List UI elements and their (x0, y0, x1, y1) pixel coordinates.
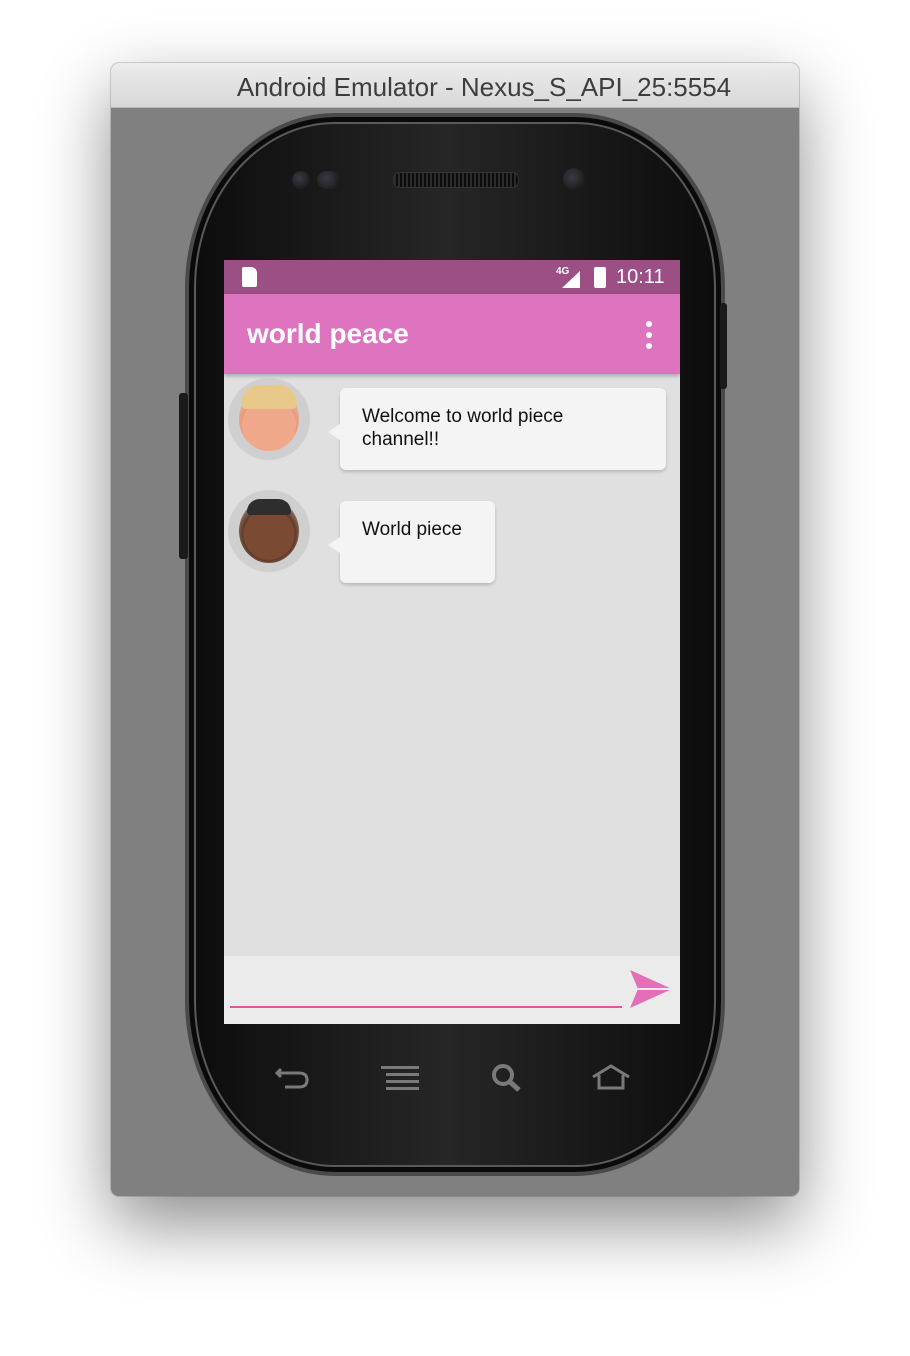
earpiece-speaker (393, 172, 519, 188)
message-text: Welcome to world piece channel!! (362, 406, 564, 450)
front-camera-icon (292, 171, 310, 189)
window-title: Android Emulator - Nexus_S_API_25:5554 (236, 72, 732, 102)
home-icon[interactable] (591, 1063, 631, 1093)
overflow-menu-icon[interactable] (639, 320, 659, 350)
message-composer (224, 956, 680, 1024)
power-button[interactable] (720, 303, 727, 389)
avatar-trump[interactable] (228, 378, 310, 460)
window-titlebar[interactable]: Android Emulator - Nexus_S_API_25:5554 (111, 63, 799, 108)
back-icon[interactable] (273, 1063, 313, 1093)
battery-icon (594, 267, 606, 288)
send-icon (630, 970, 672, 1008)
send-button[interactable] (628, 966, 674, 1012)
message-text: World piece (362, 519, 462, 540)
app-bar: world peace (224, 294, 680, 374)
message-input[interactable] (230, 970, 622, 1008)
avatar-face-image (239, 499, 299, 563)
search-icon[interactable] (490, 1063, 530, 1093)
avatar-obama[interactable] (228, 490, 310, 572)
signal-icon (562, 271, 580, 288)
app-screen: 4G 10:11 world peace Welcome to world pi… (224, 260, 680, 1024)
menu-icon[interactable] (381, 1063, 421, 1093)
light-sensor-icon (563, 168, 585, 190)
sensor-icon (317, 171, 341, 189)
status-time: 10:11 (616, 266, 665, 288)
status-bar: 4G 10:11 (224, 260, 680, 294)
avatar-face-image (239, 385, 299, 451)
message-bubble: Welcome to world piece channel!! (328, 388, 666, 470)
sd-card-icon (242, 267, 257, 287)
app-title: world peace (247, 318, 409, 349)
message-bubble: World piece (328, 501, 495, 583)
volume-button[interactable] (179, 393, 188, 559)
